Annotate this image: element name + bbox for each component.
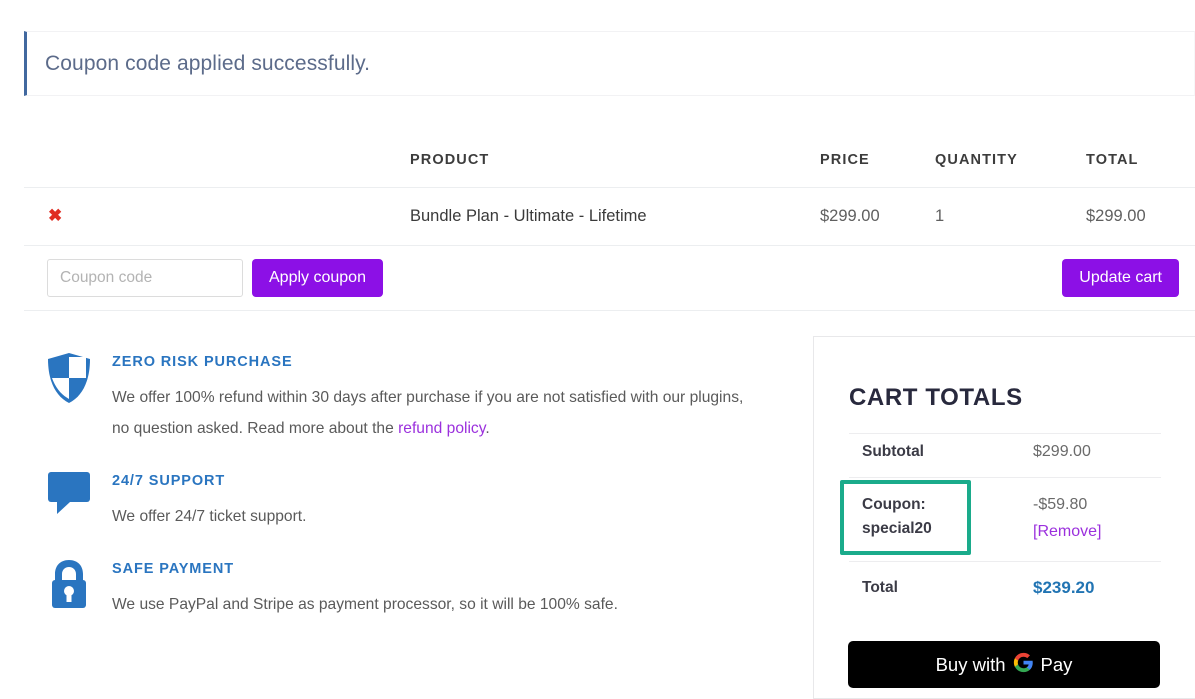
feature-title: SAFE PAYMENT xyxy=(112,561,234,577)
cell-product-name: Bundle Plan - Ultimate - Lifetime xyxy=(410,207,647,225)
cart-page: Coupon code applied successfully. PRODUC… xyxy=(0,0,1195,699)
column-header-total: TOTAL xyxy=(1086,152,1139,168)
notice-message: Coupon code applied successfully. xyxy=(45,51,371,75)
refund-policy-link[interactable]: refund policy xyxy=(398,420,485,437)
shield-icon xyxy=(47,348,112,444)
feature-text: We offer 24/7 ticket support. xyxy=(112,508,307,525)
subtotal-row: Subtotal $299.00 xyxy=(849,433,1161,477)
trust-features: ZERO RISK PURCHASE We offer 100% refund … xyxy=(47,348,787,643)
feature-title: ZERO RISK PURCHASE xyxy=(112,354,293,370)
feature-zero-risk-purchase: ZERO RISK PURCHASE We offer 100% refund … xyxy=(47,348,787,444)
coupon-label: Coupon: special20 xyxy=(862,496,932,537)
cart-table-header-row: PRODUCT PRICE QUANTITY TOTAL xyxy=(24,133,1195,188)
coupon-code-input[interactable] xyxy=(47,259,243,297)
buy-with-google-pay-button[interactable]: Buy with Pay xyxy=(848,641,1160,688)
feature-body: ZERO RISK PURCHASE We offer 100% refund … xyxy=(112,348,757,444)
remove-item-icon[interactable]: ✖ xyxy=(48,206,62,225)
coupon-discount-value: -$59.80 xyxy=(1033,496,1088,513)
coupon-row: Coupon: special20 -$59.80 [Remove] xyxy=(840,477,1161,561)
remove-item-cell: ✖ xyxy=(24,207,410,226)
feature-text: We offer 100% refund within 30 days afte… xyxy=(112,382,757,444)
column-header-product: PRODUCT xyxy=(410,152,490,168)
cell-price: $299.00 xyxy=(820,207,880,225)
remove-coupon-link[interactable]: [Remove] xyxy=(1033,520,1159,544)
gpay-label-prefix: Buy with xyxy=(935,653,1006,675)
feature-safe-payment: SAFE PAYMENT We use PayPal and Stripe as… xyxy=(47,555,787,620)
cart-table: PRODUCT PRICE QUANTITY TOTAL ✖ Bundle Pl… xyxy=(24,133,1195,311)
subtotal-label: Subtotal xyxy=(862,443,924,460)
coupon-value-cell: -$59.80 [Remove] xyxy=(1033,493,1159,544)
coupon-actions-row: Apply coupon Update cart xyxy=(24,246,1195,311)
table-row: ✖ Bundle Plan - Ultimate - Lifetime $299… xyxy=(24,188,1195,246)
subtotal-value: $299.00 xyxy=(1033,443,1091,460)
gpay-label-suffix: Pay xyxy=(1040,653,1073,675)
cell-quantity: 1 xyxy=(935,207,945,225)
feature-title: 24/7 SUPPORT xyxy=(112,473,226,489)
google-g-icon xyxy=(1013,652,1034,678)
cell-line-total: $299.00 xyxy=(1086,207,1146,225)
speech-bubble-icon xyxy=(47,467,112,532)
column-header-price: PRICE xyxy=(820,152,870,168)
feature-body: 24/7 SUPPORT We offer 24/7 ticket suppor… xyxy=(112,467,306,532)
update-cart-button[interactable]: Update cart xyxy=(1062,259,1179,297)
lock-icon xyxy=(47,555,112,620)
coupon-success-notice: Coupon code applied successfully. xyxy=(24,31,1195,96)
feature-24-7-support: 24/7 SUPPORT We offer 24/7 ticket suppor… xyxy=(47,467,787,532)
column-header-quantity: QUANTITY xyxy=(935,152,1018,168)
cart-totals-title: CART TOTALS xyxy=(849,384,1023,411)
total-label: Total xyxy=(862,579,898,596)
total-value: $239.20 xyxy=(1033,578,1095,597)
apply-coupon-button[interactable]: Apply coupon xyxy=(252,259,383,297)
feature-body: SAFE PAYMENT We use PayPal and Stripe as… xyxy=(112,555,618,620)
feature-text-part-2: . xyxy=(485,420,490,437)
feature-text: We use PayPal and Stripe as payment proc… xyxy=(112,596,618,613)
total-row: Total $239.20 xyxy=(849,561,1161,610)
